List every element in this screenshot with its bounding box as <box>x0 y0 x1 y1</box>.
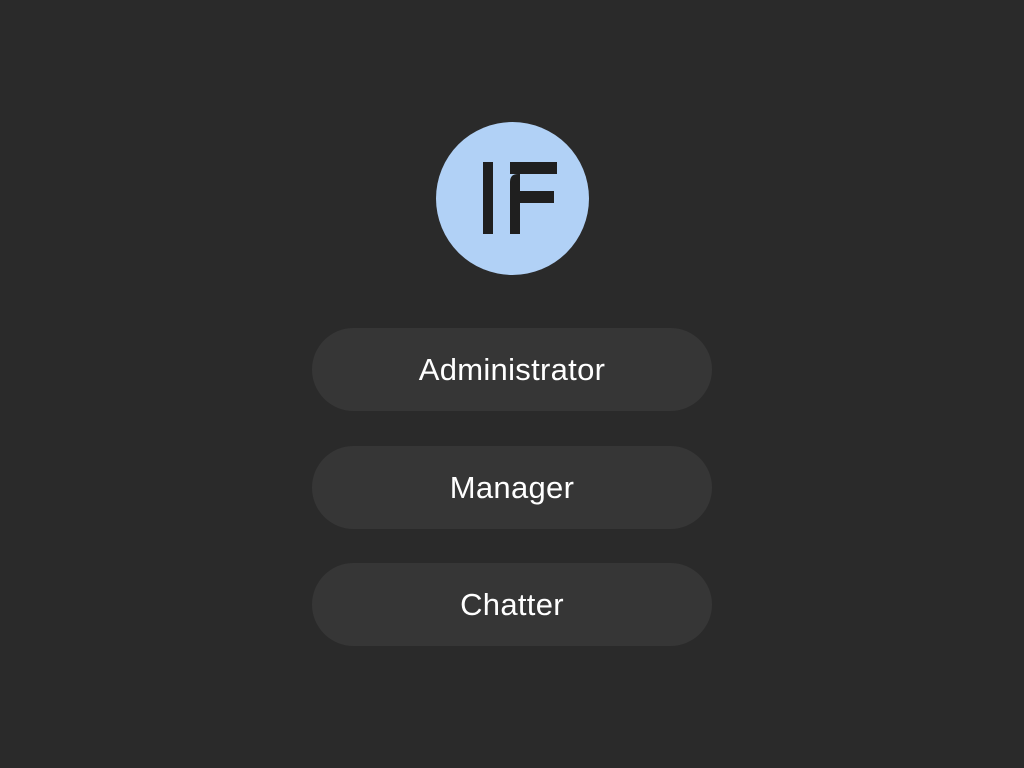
administrator-button-label: Administrator <box>418 352 606 387</box>
manager-button-label: Manager <box>449 470 575 505</box>
if-logo-icon <box>483 162 557 234</box>
chatter-button[interactable]: Chatter <box>312 563 712 646</box>
manager-button[interactable]: Manager <box>312 446 712 529</box>
app-logo <box>436 122 589 275</box>
chatter-button-label: Chatter <box>460 587 564 622</box>
administrator-button[interactable]: Administrator <box>312 328 712 411</box>
